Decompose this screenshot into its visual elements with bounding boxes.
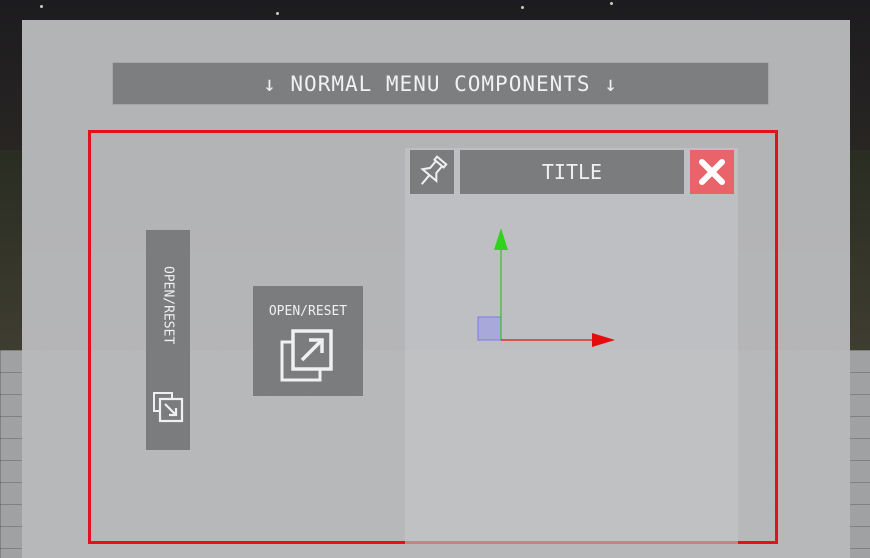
star (40, 5, 43, 8)
open-reset-vertical-button[interactable]: OPEN/RESET (146, 230, 190, 450)
section-banner: ↓ NORMAL MENU COMPONENTS ↓ (112, 62, 769, 105)
window-title: TITLE (541, 160, 603, 184)
open-reset-icon (153, 392, 184, 423)
star (276, 12, 279, 15)
close-icon (699, 159, 725, 185)
open-reset-square-button[interactable]: OPEN/RESET (253, 286, 363, 396)
window-title-bar[interactable]: TITLE (460, 150, 684, 194)
pin-icon (420, 155, 448, 185)
gizmo-x-arrow[interactable] (592, 333, 615, 347)
pin-button[interactable] (410, 150, 454, 194)
open-reset-icon (280, 329, 333, 382)
background-trees-left (0, 150, 22, 350)
gizmo-y-arrow[interactable] (494, 228, 508, 250)
open-reset-square-label: OPEN/RESET (268, 304, 348, 319)
star (610, 2, 613, 5)
background-trees-right (850, 150, 870, 350)
open-reset-vertical-label: OPEN/RESET (160, 265, 176, 345)
gizmo-origin-handle[interactable] (477, 316, 502, 341)
section-banner-label: ↓ NORMAL MENU COMPONENTS ↓ (263, 71, 618, 96)
move-gizmo[interactable] (470, 222, 620, 352)
star (521, 6, 524, 9)
close-button[interactable] (690, 150, 734, 194)
